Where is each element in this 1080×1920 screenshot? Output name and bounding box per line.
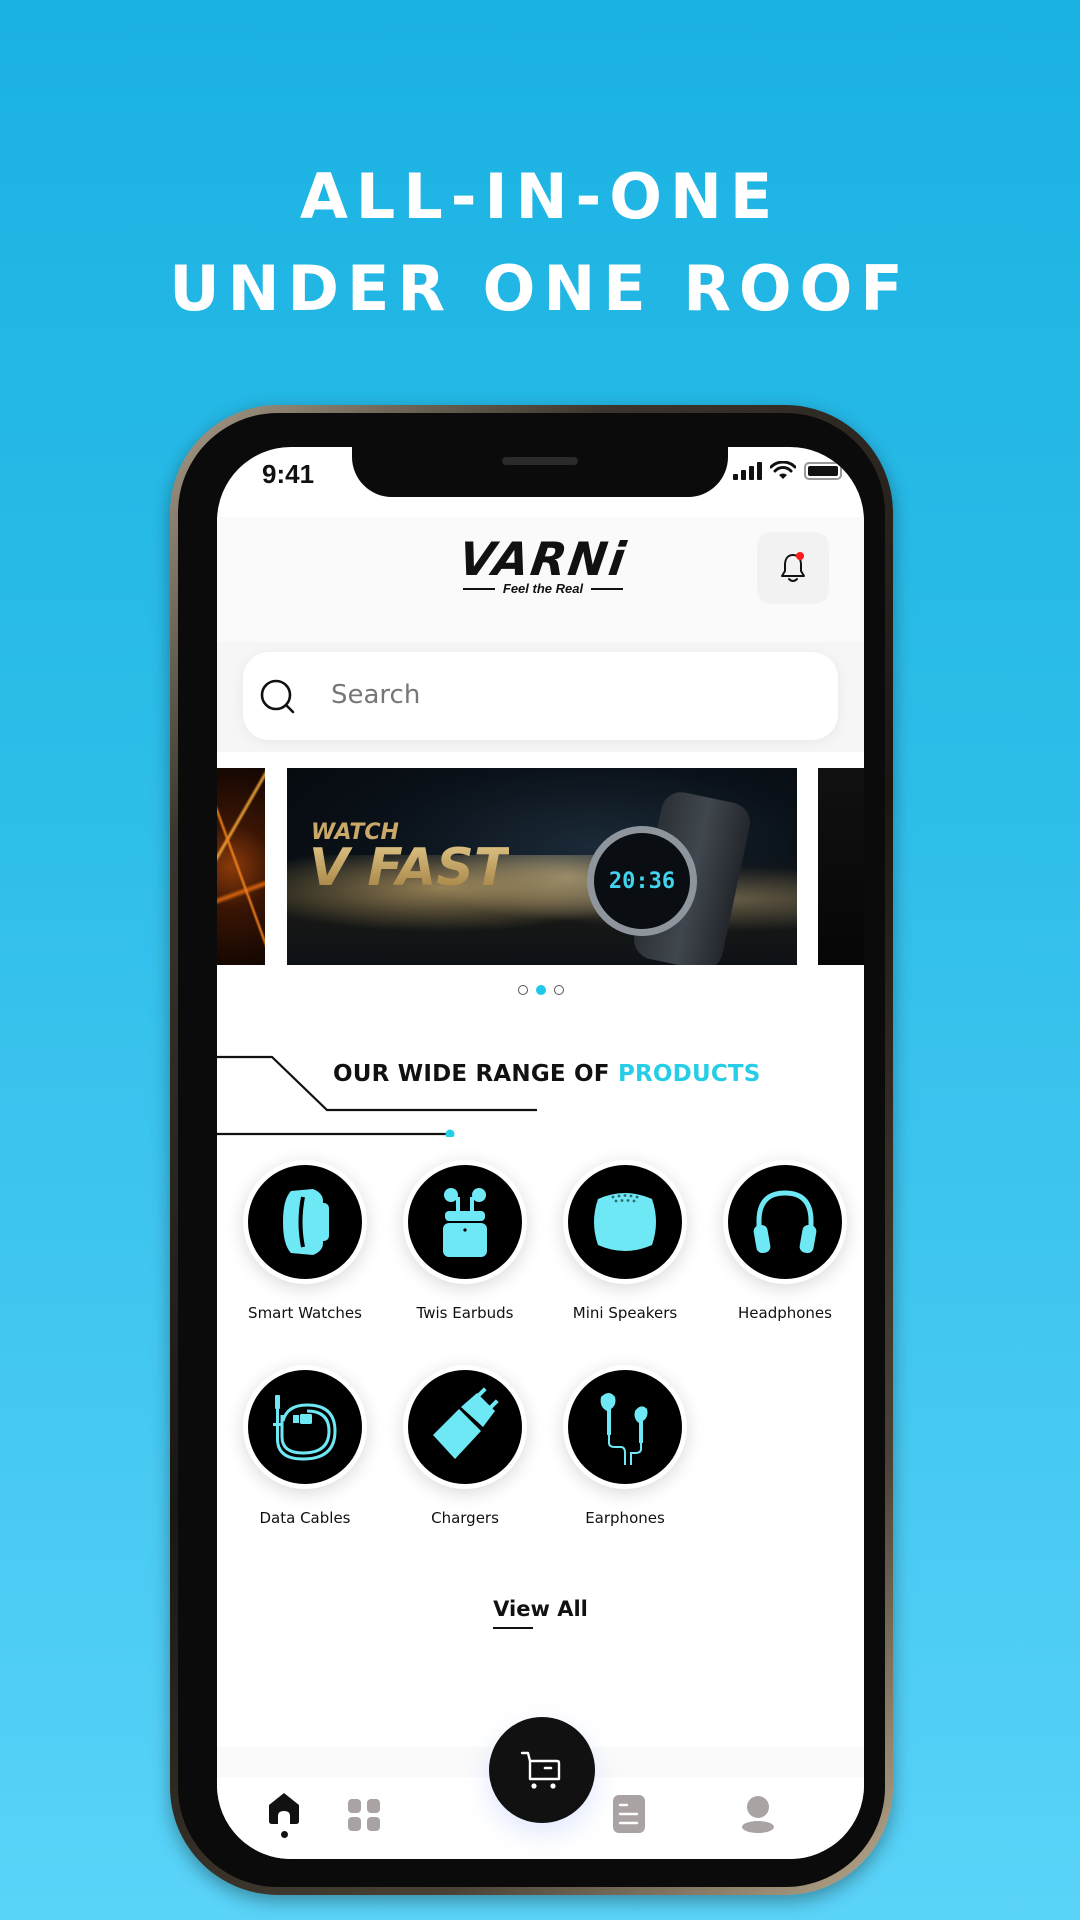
category-headphones[interactable]: Headphones (720, 1160, 850, 1322)
category-label: Earphones (585, 1509, 665, 1527)
category-smart-watches[interactable]: Smart Watches (240, 1160, 370, 1322)
carousel-dot-active[interactable] (535, 985, 546, 995)
category-label: Smart Watches (248, 1304, 362, 1322)
category-icon-circle (403, 1365, 527, 1489)
category-earphones[interactable]: Earphones (560, 1365, 690, 1527)
wifi-icon (770, 461, 796, 479)
banner-slide-next[interactable] (818, 768, 864, 965)
bell-icon (781, 552, 805, 582)
carousel-dot[interactable] (517, 985, 528, 995)
headphones-icon (753, 1190, 817, 1254)
tagline-rule-right (591, 587, 624, 590)
view-all-link[interactable]: View All (493, 1597, 588, 1629)
grid-icon (348, 1799, 380, 1831)
earpiece-speaker (502, 457, 578, 465)
nav-profile[interactable] (741, 1795, 775, 1833)
earbuds-icon (443, 1188, 487, 1257)
banner-slide-current[interactable]: WATCH V FAST 20:36 (287, 768, 797, 965)
category-icon-circle (723, 1160, 847, 1284)
earphones-icon (600, 1393, 648, 1465)
phone-notch (352, 447, 728, 497)
category-label: Data Cables (259, 1509, 351, 1527)
category-icon-circle (243, 1160, 367, 1284)
search-placeholder: Search (331, 680, 421, 710)
category-label: Chargers (431, 1509, 499, 1527)
battery-icon (804, 462, 842, 480)
section-title-prefix: OUR WIDE RANGE OF (333, 1061, 610, 1087)
category-label: Twis Earbuds (416, 1304, 514, 1322)
category-data-cables[interactable]: Data Cables (240, 1365, 370, 1527)
document-icon (613, 1795, 645, 1833)
tagline-rule-left (462, 587, 495, 590)
banner-label-big: V FAST (309, 838, 510, 898)
watch-face: 20:36 (587, 826, 697, 936)
watch-time: 20:36 (608, 868, 676, 894)
smartwatch-image: 20:36 (587, 788, 754, 965)
category-icon-circle (563, 1160, 687, 1284)
carousel-indicator (217, 985, 864, 995)
brand-name: VARNi (455, 532, 631, 586)
view-all-row: View All (217, 1597, 864, 1629)
cart-button[interactable] (489, 1717, 595, 1823)
category-icon-circle (403, 1160, 527, 1284)
user-icon (742, 1796, 774, 1833)
carousel-dot[interactable] (553, 985, 564, 995)
search-input[interactable]: Search (243, 652, 838, 740)
signal-icon (733, 462, 762, 480)
category-icon-circle (563, 1365, 687, 1489)
charger-icon (433, 1387, 499, 1459)
category-mini-speakers[interactable]: Mini Speakers (560, 1160, 690, 1322)
home-icon (269, 1793, 299, 1824)
category-label: Mini Speakers (572, 1304, 678, 1322)
smartwatch-icon (283, 1189, 329, 1255)
nav-orders[interactable] (612, 1794, 646, 1834)
status-icons (733, 461, 842, 481)
search-icon (260, 679, 295, 714)
nav-home[interactable] (266, 1790, 302, 1838)
speaker-icon (594, 1193, 656, 1251)
promo-headline-line2: UNDER ONE ROOF (169, 252, 911, 325)
category-label: Headphones (738, 1304, 832, 1322)
status-time: 9:41 (262, 459, 315, 489)
cart-icon (520, 1751, 561, 1789)
cable-icon (273, 1395, 337, 1461)
notification-dot (796, 552, 804, 560)
banner-slide-previous[interactable] (217, 768, 265, 965)
nav-categories[interactable] (346, 1797, 382, 1833)
promo-headline-line1: ALL-IN-ONE (299, 160, 781, 233)
notifications-button[interactable] (757, 532, 829, 604)
brand-logo: VARNi Feel the Real (439, 532, 647, 596)
app-screen: 9:41 VARNi Feel the Real Search WATCH V … (217, 447, 864, 1859)
section-title: OUR WIDE RANGE OF PRODUCTS (333, 1061, 761, 1087)
nav-active-indicator (280, 1831, 288, 1838)
category-chargers[interactable]: Chargers (400, 1365, 530, 1527)
category-icon-circle (243, 1365, 367, 1489)
category-twis-earbuds[interactable]: Twis Earbuds (400, 1160, 530, 1322)
section-title-accent: PRODUCTS (617, 1061, 761, 1087)
